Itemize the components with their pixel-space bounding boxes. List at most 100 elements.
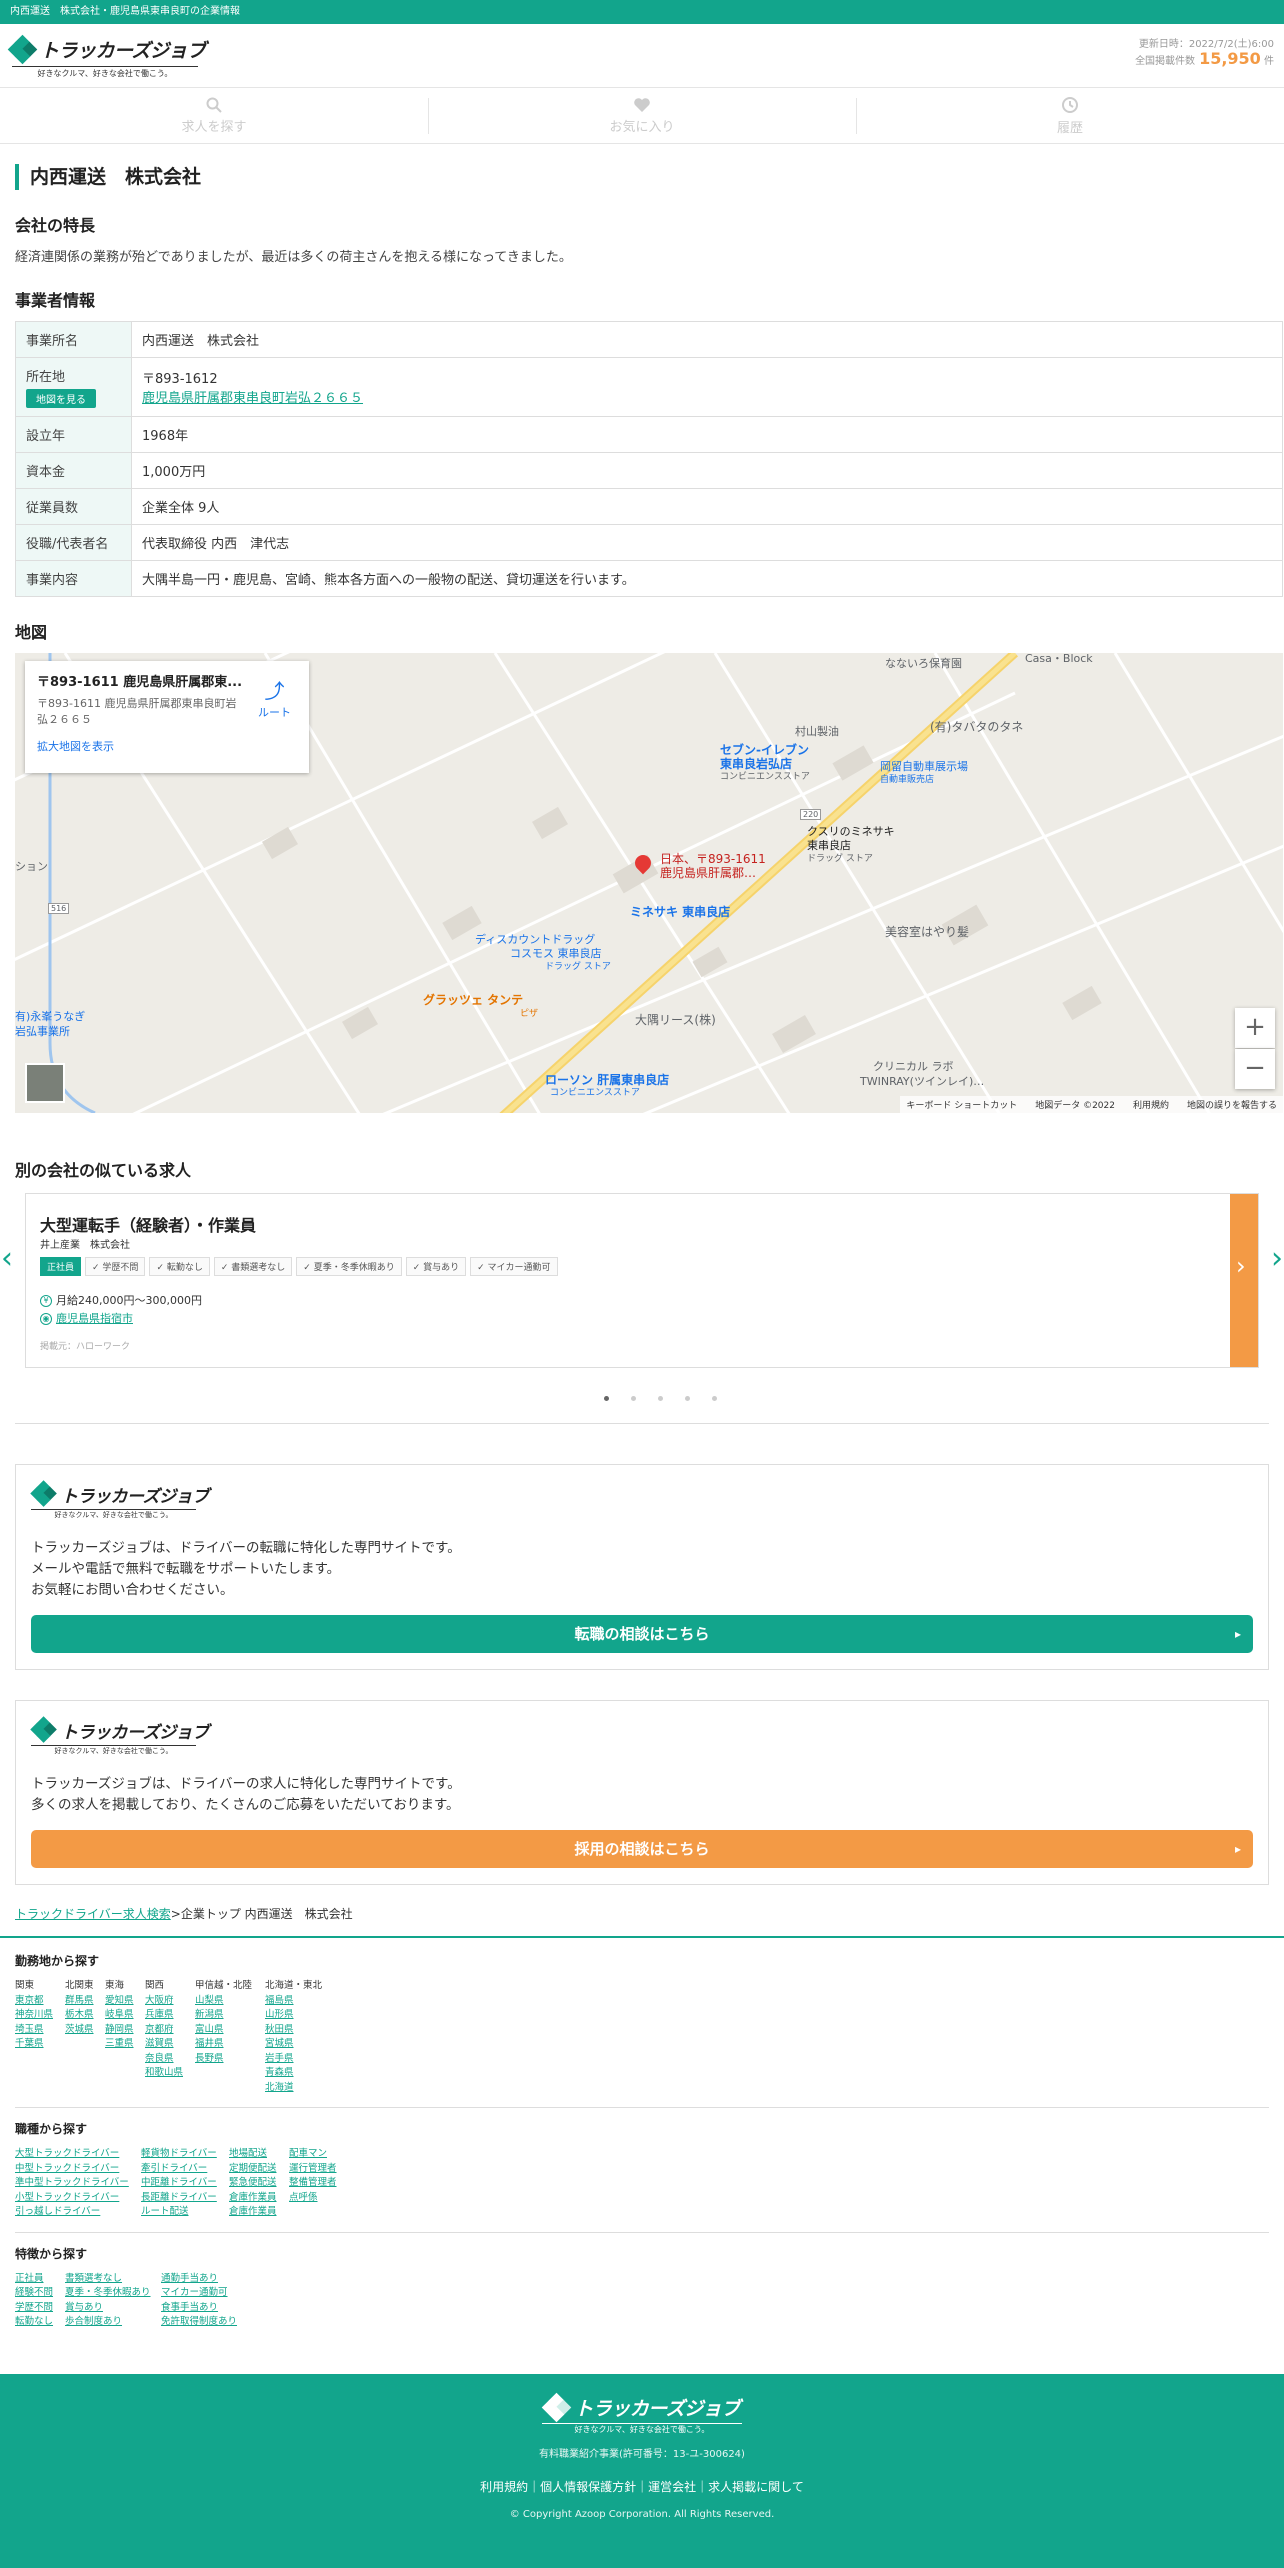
job-type-heading: 職種から探す xyxy=(15,2122,88,2136)
area-link[interactable]: 千葉県 xyxy=(15,2037,55,2052)
area-link[interactable]: 富山県 xyxy=(195,2023,255,2038)
area-link[interactable]: 京都府 xyxy=(145,2023,185,2038)
map-place: ミネサキ 東串良店 xyxy=(630,905,731,919)
row-key: 事業内容 xyxy=(15,560,132,597)
job-type-link[interactable]: 軽貨物ドライバー xyxy=(141,2147,219,2162)
feature-link[interactable]: 正社員 xyxy=(15,2272,55,2287)
job-type-link[interactable]: 整備管理者 xyxy=(289,2176,339,2191)
nav-search[interactable]: 求人を探す xyxy=(0,88,428,143)
zoom-out-button[interactable]: − xyxy=(1235,1049,1275,1089)
view-map-button[interactable]: 地図を見る xyxy=(26,389,96,408)
area-link[interactable]: 宮城県 xyxy=(265,2037,335,2052)
area-link[interactable]: 静岡県 xyxy=(105,2023,135,2038)
area-link[interactable]: 埼玉県 xyxy=(15,2023,55,2038)
area-link[interactable]: 岩手県 xyxy=(265,2052,335,2067)
job-type-link[interactable]: 点呼係 xyxy=(289,2191,339,2206)
area-link[interactable]: 秋田県 xyxy=(265,2023,335,2038)
area-link[interactable]: 兵庫県 xyxy=(145,2008,185,2023)
satellite-toggle[interactable] xyxy=(25,1063,65,1103)
feature-link[interactable]: 経験不問 xyxy=(15,2286,55,2301)
job-type-link[interactable]: 倉庫作業員 xyxy=(229,2191,279,2206)
job-type-link[interactable]: 長距離ドライバー xyxy=(141,2191,219,2206)
job-type-link[interactable]: 倉庫作業員 xyxy=(229,2205,279,2220)
row-key-address: 所在地 地図を見る xyxy=(15,357,132,417)
row-value: 1968年 xyxy=(131,416,1283,453)
address-link[interactable]: 鹿児島県肝属郡東串良町岩弘２６６５ xyxy=(142,391,363,406)
carousel-dot[interactable] xyxy=(630,1396,636,1401)
area-link[interactable]: 茨城県 xyxy=(65,2023,95,2038)
job-location-link[interactable]: 鹿児島県指宿市 xyxy=(56,1312,133,1325)
carousel-next-arrow-icon[interactable]: › xyxy=(1271,1241,1283,1276)
area-link[interactable]: 長野県 xyxy=(195,2052,255,2067)
hiring-consult-button[interactable]: 採用の相談はこちら xyxy=(31,1830,1253,1868)
feature-link[interactable]: 賞与あり xyxy=(65,2301,151,2316)
career-consult-button[interactable]: 転職の相談はこちら xyxy=(31,1615,1253,1653)
carousel-dot[interactable] xyxy=(657,1396,663,1401)
site-logo[interactable]: トラッカーズジョブ xyxy=(7,34,206,64)
area-link[interactable]: 新潟県 xyxy=(195,2008,255,2023)
area-link[interactable]: 北海道 xyxy=(265,2081,335,2096)
embedded-map[interactable]: 〒893-1611 鹿児島県肝属郡東... 〒893-1611 鹿児島県肝属郡東… xyxy=(15,653,1283,1113)
feature-link[interactable]: 夏季・冬季休暇あり xyxy=(65,2286,151,2301)
area-link[interactable]: 山形県 xyxy=(265,2008,335,2023)
area-link[interactable]: 三重県 xyxy=(105,2037,135,2052)
job-type-link[interactable]: ルート配送 xyxy=(141,2205,219,2220)
job-type-link[interactable]: 配車マン xyxy=(289,2147,339,2162)
area-link[interactable]: 奈良県 xyxy=(145,2052,185,2067)
job-type-link[interactable]: 緊急便配送 xyxy=(229,2176,279,2191)
job-type-link[interactable]: 引っ越しドライバー xyxy=(15,2205,131,2220)
job-type-link[interactable]: 小型トラックドライバー xyxy=(15,2191,131,2206)
logo-mark-icon xyxy=(541,2392,572,2422)
next-card-peek[interactable]: › xyxy=(1230,1194,1258,1367)
row-key: 役職/代表者名 xyxy=(15,524,132,561)
zoom-in-button[interactable]: + xyxy=(1235,1008,1275,1048)
area-link[interactable]: 山梨県 xyxy=(195,1994,255,2009)
area-link[interactable]: 東京都 xyxy=(15,1994,55,2009)
job-type-link[interactable]: 準中型トラックドライバー xyxy=(15,2176,131,2191)
feature-link[interactable]: 免許取得制度あり xyxy=(161,2315,241,2330)
area-link[interactable]: 青森県 xyxy=(265,2066,335,2081)
job-type-link[interactable]: 中型トラックドライバー xyxy=(15,2162,131,2177)
area-link[interactable]: 和歌山県 xyxy=(145,2066,185,2081)
area-heading: 勤務地から探す xyxy=(15,1954,100,1968)
area-link[interactable]: 神奈川県 xyxy=(15,2008,55,2023)
job-type-link[interactable]: 定期便配送 xyxy=(229,2162,279,2177)
job-type-link[interactable]: 地場配送 xyxy=(229,2147,279,2162)
carousel-dot[interactable] xyxy=(711,1396,717,1401)
job-title[interactable]: 大型運転手（経験者）・作業員 xyxy=(40,1212,256,1236)
carousel-prev-arrow-icon[interactable]: ‹ xyxy=(1,1241,13,1276)
feature-text: 経済連関係の業務が殆どでありましたが、最近は多くの荷主さんを抱える様になってきま… xyxy=(15,250,572,265)
carousel-dot[interactable] xyxy=(684,1396,690,1401)
area-link[interactable]: 愛知県 xyxy=(105,1994,135,2009)
area-link[interactable]: 滋賀県 xyxy=(145,2037,185,2052)
job-type-link[interactable]: 大型トラックドライバー xyxy=(15,2147,131,2162)
job-type-link[interactable]: 中距離ドライバー xyxy=(141,2176,219,2191)
feature-link[interactable]: 歩合制度あり xyxy=(65,2315,151,2330)
area-link[interactable]: 岐阜県 xyxy=(105,2008,135,2023)
breadcrumb-home-link[interactable]: トラックドライバー求人検索 xyxy=(15,1907,171,1921)
area-link[interactable]: 群馬県 xyxy=(65,1994,95,2009)
breadcrumb: トラックドライバー求人検索>企業トップ 内西運送 株式会社 xyxy=(15,1905,1269,1922)
route-button[interactable]: ⤴ ルート xyxy=(258,675,291,720)
feature-link[interactable]: 転勤なし xyxy=(15,2315,55,2330)
area-link[interactable]: 大阪府 xyxy=(145,1994,185,2009)
nav-favorite[interactable]: お気に入り xyxy=(428,88,856,143)
footer-links[interactable]: 利用規約｜個人情報保護方針｜運営会社｜求人掲載に関して xyxy=(0,2478,1284,2495)
nav-history[interactable]: 履歴 xyxy=(856,88,1284,143)
expand-map-link[interactable]: 拡大地図を表示 xyxy=(37,738,297,754)
feature-link[interactable]: 書類選考なし xyxy=(65,2272,151,2287)
job-type-link[interactable]: 運行管理者 xyxy=(289,2162,339,2177)
area-link[interactable]: 福島県 xyxy=(265,1994,335,2009)
feature-link[interactable]: 食事手当あり xyxy=(161,2301,241,2316)
job-type-link[interactable]: 牽引ドライバー xyxy=(141,2162,219,2177)
job-card[interactable]: 大型運転手（経験者）・作業員 井上産業 株式会社 正社員 ✓ 学歴不問 ✓ 転勤… xyxy=(25,1193,1259,1368)
feature-link[interactable]: マイカー通勤可 xyxy=(161,2286,241,2301)
feature-link[interactable]: 学歴不問 xyxy=(15,2301,55,2316)
carousel-dot[interactable] xyxy=(603,1396,609,1401)
row-value: 代表取締役 内西 津代志 xyxy=(131,524,1283,561)
feature-link[interactable]: 通勤手当あり xyxy=(161,2272,241,2287)
row-value: 1,000万円 xyxy=(131,452,1283,489)
area-link[interactable]: 福井県 xyxy=(195,2037,255,2052)
area-link[interactable]: 栃木県 xyxy=(65,2008,95,2023)
footer-logo[interactable]: トラッカーズジョブ xyxy=(0,2392,1284,2422)
